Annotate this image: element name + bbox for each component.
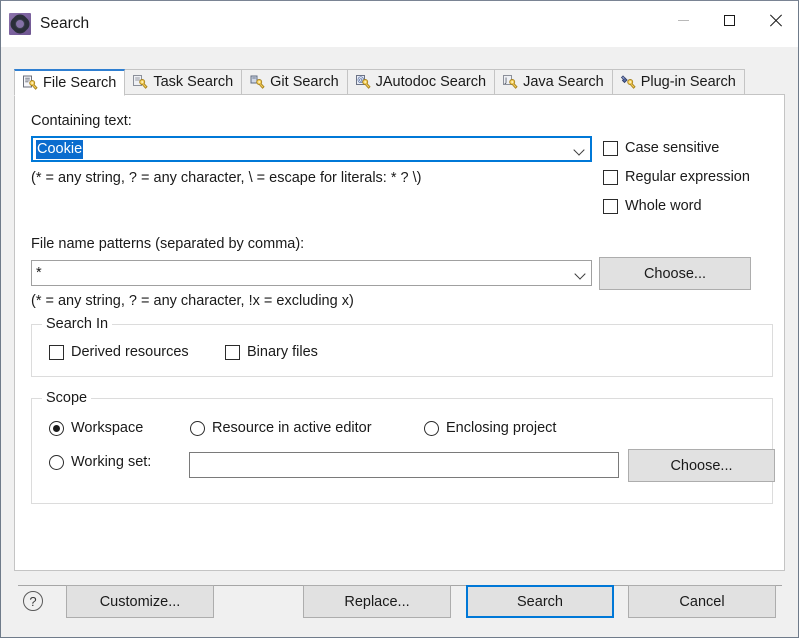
whole-word-label: Whole word [625,198,702,214]
search-tab-folder: File Search Task Search Git Search @ JAu… [14,68,785,571]
window-title: Search [40,14,90,32]
help-icon[interactable]: ? [23,591,43,611]
choose-file-patterns-button[interactable]: Choose... [599,257,751,290]
minimize-icon [677,19,689,21]
tab-jautodoc-search[interactable]: @ JAutodoc Search [347,69,496,95]
containing-text-input[interactable]: Cookie [36,139,84,159]
search-dialog-window: Search File Search Task Search Git Searc… [0,0,799,638]
tab-label: File Search [43,75,117,91]
tab-git-search[interactable]: Git Search [242,69,348,95]
regular-expression-checkbox-row[interactable]: Regular expression [603,169,750,185]
git-search-icon [249,74,265,90]
tab-label: Java Search [523,74,604,90]
case-sensitive-checkbox[interactable] [603,140,618,156]
scope-radio-active-editor-label: Resource in active editor [212,420,372,436]
case-sensitive-label: Case sensitive [625,140,720,156]
search-in-group: Search In Derived resources Binary files [31,316,773,377]
scope-radio-enclosing-project-label: Enclosing project [446,420,557,436]
minimize-button[interactable] [660,1,706,39]
derived-resources-label: Derived resources [71,344,189,360]
chevron-down-icon [575,145,584,154]
containing-text-dropdown-button[interactable] [568,145,590,154]
search-button[interactable]: Search [466,585,614,618]
scope-radio-enclosing-project-row[interactable]: Enclosing project [424,420,556,436]
containing-text-label: Containing text: [31,113,132,129]
working-set-input[interactable] [189,452,619,478]
customize-button[interactable]: Customize... [66,585,214,618]
close-icon [769,14,782,27]
regular-expression-checkbox[interactable] [603,169,618,185]
tab-label: JAutodoc Search [375,74,487,90]
containing-text-hint: (* = any string, ? = any character, \ = … [31,170,422,186]
close-button[interactable] [752,1,798,39]
plugin-search-icon [620,74,636,90]
java-search-icon: J [502,74,518,90]
file-name-patterns-label: File name patterns (separated by comma): [31,236,305,252]
scope-radio-workspace[interactable] [49,420,64,436]
case-sensitive-checkbox-row[interactable]: Case sensitive [603,140,719,156]
maximize-icon [723,14,735,26]
containing-text-combo[interactable]: Cookie [31,136,592,162]
derived-resources-checkbox-row[interactable]: Derived resources [49,344,189,360]
file-name-patterns-hint: (* = any string, ? = any character, !x =… [31,293,354,309]
scope-radio-active-editor-row[interactable]: Resource in active editor [190,420,372,436]
tab-plugin-search[interactable]: Plug-in Search [612,69,745,95]
choose-working-set-button[interactable]: Choose... [628,449,775,482]
scope-radio-working-set-label: Working set: [71,454,152,470]
gear-icon [9,12,31,35]
scope-radio-workspace-label: Workspace [71,420,144,436]
tab-label: Plug-in Search [640,74,736,90]
dialog-body: File Search Task Search Git Search @ JAu… [1,47,798,637]
derived-resources-checkbox[interactable] [49,344,64,360]
chevron-down-icon [576,269,585,278]
scope-radio-workspace-row[interactable]: Workspace [49,420,143,436]
whole-word-checkbox[interactable] [603,198,618,214]
jautodoc-search-icon: @ [355,74,371,90]
tab-file-search[interactable]: File Search [14,69,126,96]
tab-label: Task Search [153,74,234,90]
whole-word-checkbox-row[interactable]: Whole word [603,198,702,214]
scope-radio-enclosing-project[interactable] [424,420,439,436]
tab-strip: File Search Task Search Git Search @ JAu… [14,68,745,96]
tab-java-search[interactable]: J Java Search [495,69,613,95]
title-bar: Search [1,1,798,47]
binary-files-checkbox-row[interactable]: Binary files [225,344,318,360]
file-search-icon [22,75,38,91]
scope-radio-working-set-row[interactable]: Working set: [49,454,151,470]
replace-button[interactable]: Replace... [303,585,451,618]
svg-text:J: J [504,76,507,84]
title-bar-left: Search [1,1,89,39]
file-search-page: Containing text: Cookie (* = any string,… [14,94,785,571]
file-name-patterns-dropdown-button[interactable] [569,269,591,278]
tab-task-search[interactable]: Task Search [125,69,243,95]
scope-radio-working-set[interactable] [49,454,64,470]
file-name-patterns-combo[interactable]: * [31,260,592,286]
scope-group-title: Scope [42,390,92,406]
cancel-button[interactable]: Cancel [628,585,776,618]
maximize-button[interactable] [706,1,752,39]
window-controls [660,1,798,39]
binary-files-label: Binary files [247,344,318,360]
scope-radio-active-editor[interactable] [190,420,205,436]
task-search-icon [132,74,148,90]
scope-group: Scope Workspace Resource in active edito… [31,390,775,504]
file-name-patterns-input[interactable]: * [36,265,569,281]
regular-expression-label: Regular expression [625,169,750,185]
search-in-group-title: Search In [42,316,113,332]
binary-files-checkbox[interactable] [225,344,240,360]
tab-label: Git Search [270,74,339,90]
